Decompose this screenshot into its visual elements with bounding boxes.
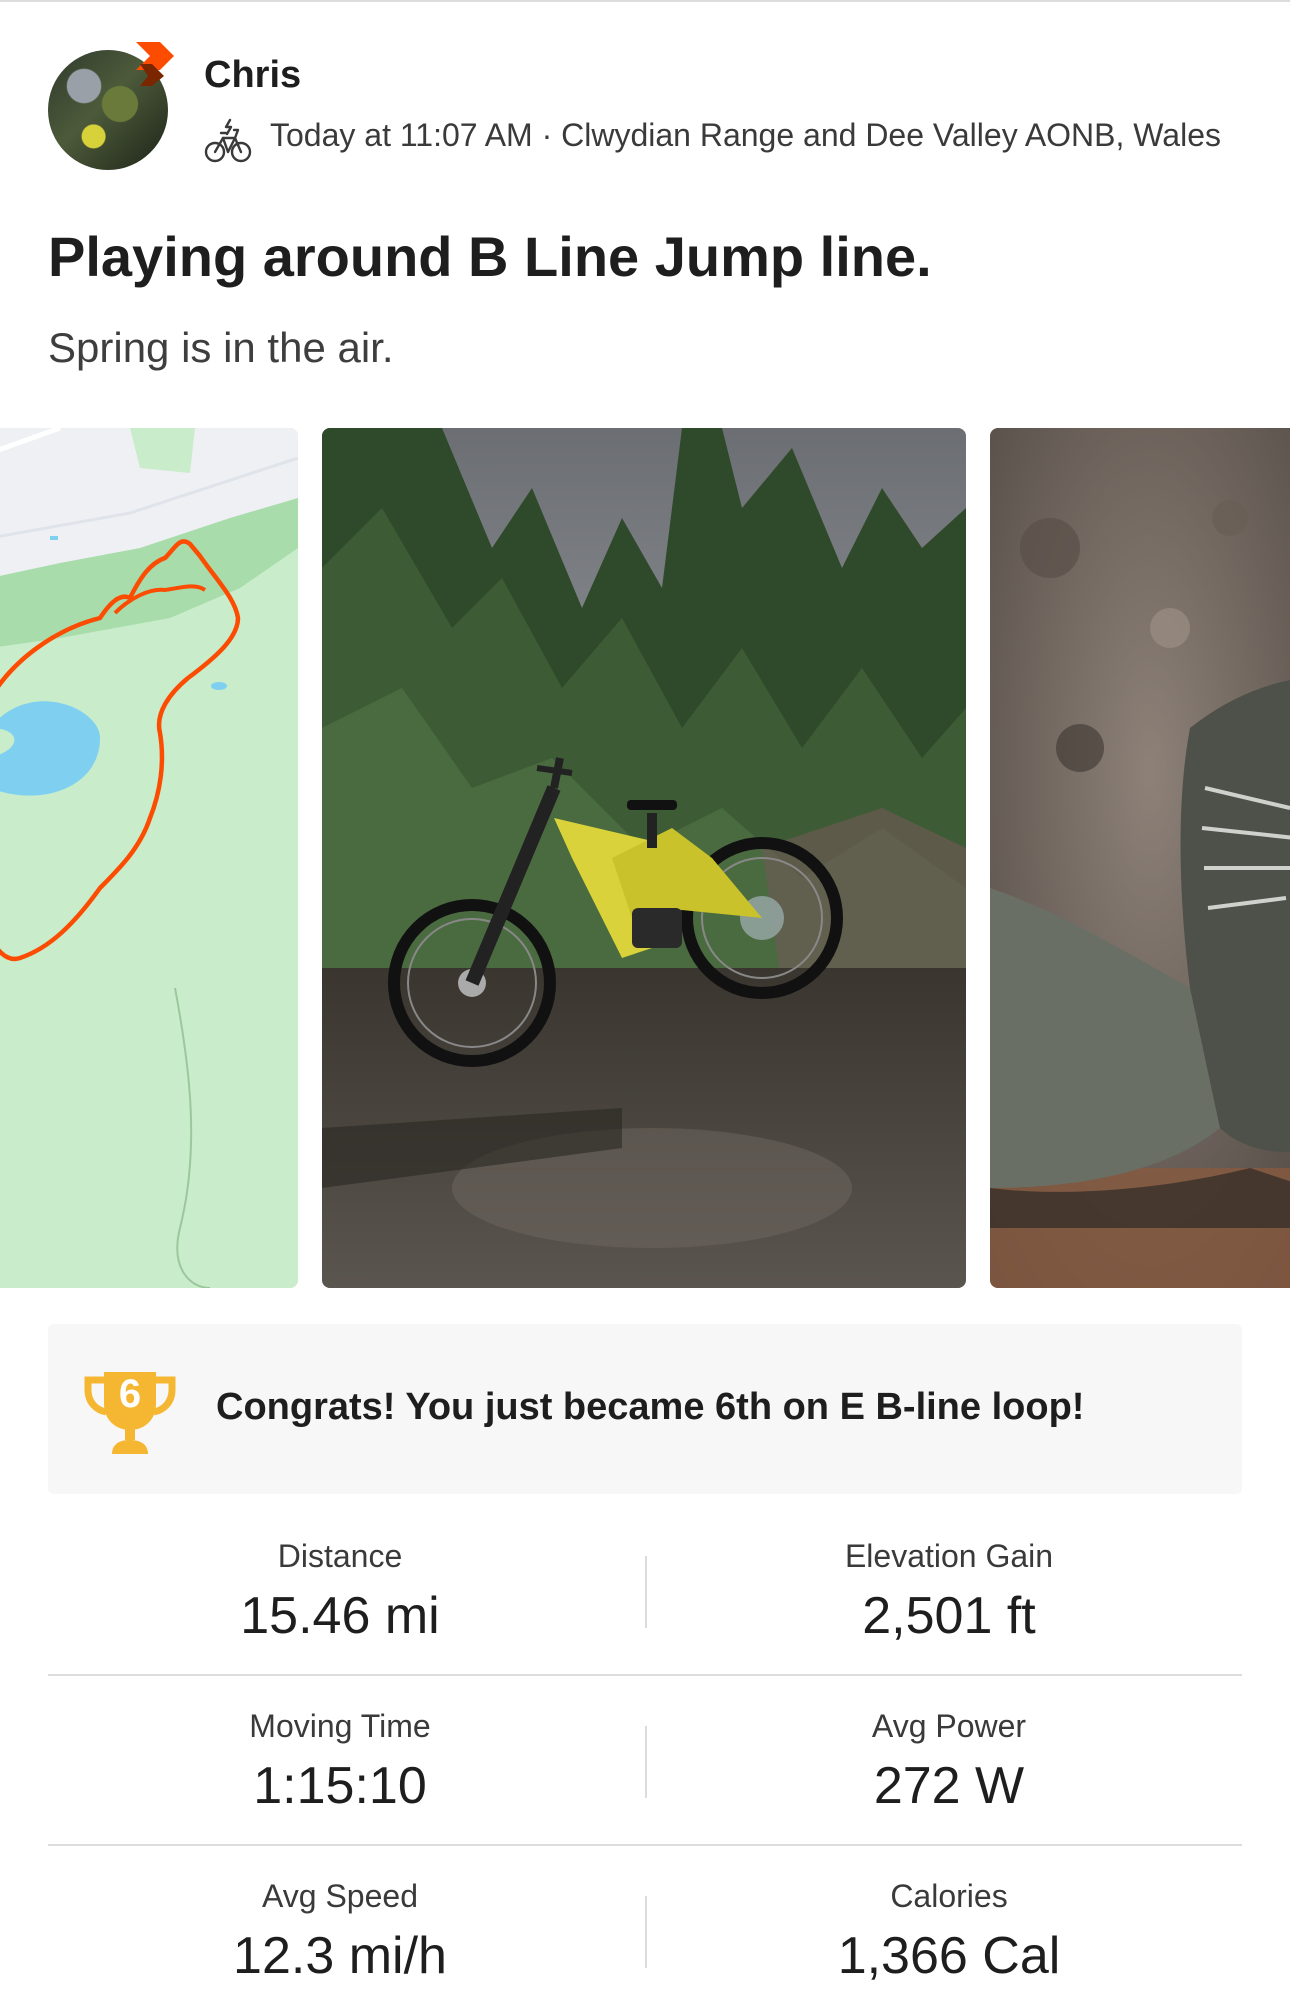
achievement-rank: 6 bbox=[118, 1372, 142, 1416]
stat-value-moving-time: 1:15:10 bbox=[253, 1757, 427, 1815]
stat-column-divider bbox=[645, 1556, 647, 1628]
stat-value-avg-power: 272 W bbox=[873, 1757, 1025, 1815]
e-bike-icon bbox=[204, 118, 252, 163]
activity-description: Spring is in the air. bbox=[48, 324, 394, 371]
stat-label-moving-time: Moving Time bbox=[249, 1708, 431, 1744]
stat-label-elevation: Elevation Gain bbox=[844, 1538, 1054, 1574]
stat-value-elevation: 2,501 ft bbox=[862, 1587, 1036, 1645]
athlete-name[interactable]: Chris bbox=[204, 54, 301, 97]
subscriber-badge-icon bbox=[136, 42, 174, 86]
stat-label-calories: Calories bbox=[890, 1878, 1008, 1914]
stat-column-divider bbox=[645, 1726, 647, 1798]
stat-column-divider bbox=[645, 1896, 647, 1968]
stat-label-distance: Distance bbox=[277, 1538, 403, 1574]
shoe-photo[interactable] bbox=[990, 428, 1290, 1288]
activity-location[interactable]: Clwydian Range and Dee Valley AONB, Wale… bbox=[561, 117, 1221, 153]
stat-value-avg-speed: 12.3 mi/h bbox=[233, 1927, 447, 1985]
activity-title[interactable]: Playing around B Line Jump line. bbox=[48, 224, 932, 289]
stat-row-divider bbox=[48, 1674, 1242, 1676]
bike-photo[interactable] bbox=[322, 428, 966, 1288]
stat-value-distance: 15.46 mi bbox=[240, 1587, 440, 1645]
stat-label-avg-speed: Avg Speed bbox=[262, 1878, 418, 1914]
activity-timestamp: Today at 11:07 AM bbox=[270, 117, 533, 153]
stat-label-avg-power: Avg Power bbox=[871, 1708, 1027, 1744]
achievement-banner[interactable]: 6 Congrats! You just became 6th on E B-l… bbox=[48, 1324, 1242, 1494]
activity-meta: Today at 11:07 AM · Clwydian Range and D… bbox=[270, 117, 1221, 153]
route-map[interactable] bbox=[0, 428, 298, 1288]
achievement-text: Congrats! You just became 6th on E B-lin… bbox=[216, 1386, 1085, 1428]
stat-value-calories: 1,366 Cal bbox=[837, 1927, 1061, 1985]
top-divider bbox=[0, 0, 1290, 2]
stat-row-divider bbox=[48, 1844, 1242, 1846]
